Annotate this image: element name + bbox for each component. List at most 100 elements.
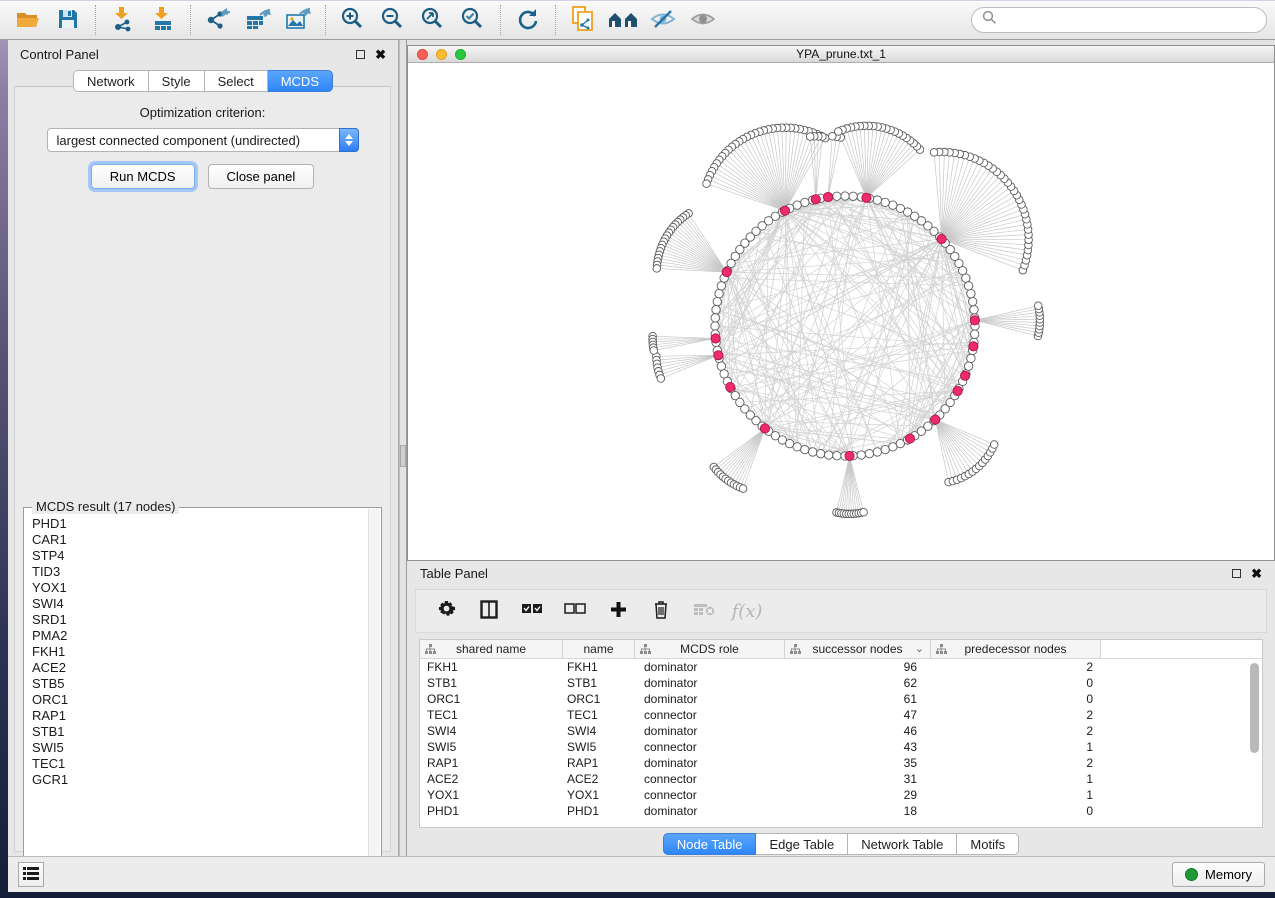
- mcds-result-item[interactable]: ACE2: [32, 660, 368, 676]
- column-header-name[interactable]: name: [563, 640, 635, 658]
- table-cell[interactable]: connector: [635, 787, 785, 803]
- table-cell[interactable]: YOX1: [420, 787, 563, 803]
- function-builder-button[interactable]: f(x): [735, 599, 759, 623]
- export-table-button[interactable]: [238, 3, 278, 37]
- table-cell[interactable]: PHD1: [420, 803, 563, 819]
- table-cell[interactable]: 46: [785, 723, 931, 739]
- table-cell[interactable]: 43: [785, 739, 931, 755]
- import-network-button[interactable]: [103, 3, 143, 37]
- table-cell[interactable]: 2: [931, 659, 1101, 675]
- table-row[interactable]: FKH1FKH1dominator962: [420, 659, 1262, 675]
- show-all-button[interactable]: [683, 3, 723, 37]
- column-header-predecessor-nodes[interactable]: predecessor nodes: [931, 640, 1101, 658]
- network-canvas[interactable]: [408, 63, 1274, 560]
- scrollbar-thumb[interactable]: [1250, 663, 1259, 753]
- add-column-button[interactable]: [606, 599, 630, 623]
- table-row[interactable]: TEC1TEC1connector472: [420, 707, 1262, 723]
- table-cell[interactable]: dominator: [635, 675, 785, 691]
- export-image-button[interactable]: [278, 3, 318, 37]
- column-header-shared-name[interactable]: shared name: [420, 640, 563, 658]
- table-cell[interactable]: FKH1: [420, 659, 563, 675]
- table-cell[interactable]: TEC1: [420, 707, 563, 723]
- table-cell[interactable]: YOX1: [563, 787, 635, 803]
- deselect-all-rows-button[interactable]: [563, 599, 587, 623]
- table-cell[interactable]: ACE2: [420, 771, 563, 787]
- window-close-icon[interactable]: [417, 49, 428, 60]
- tab-style[interactable]: Style: [149, 70, 205, 92]
- table-cell[interactable]: dominator: [635, 723, 785, 739]
- table-cell[interactable]: PHD1: [563, 803, 635, 819]
- table-cell[interactable]: dominator: [635, 659, 785, 675]
- table-cell[interactable]: 35: [785, 755, 931, 771]
- table-cell[interactable]: ORC1: [563, 691, 635, 707]
- mcds-result-item[interactable]: ORC1: [32, 692, 368, 708]
- float-table-panel-icon[interactable]: [1232, 569, 1241, 578]
- zoom-in-button[interactable]: [333, 3, 373, 37]
- float-panel-icon[interactable]: [356, 50, 365, 59]
- close-panel-button[interactable]: Close panel: [208, 164, 315, 189]
- table-cell[interactable]: dominator: [635, 755, 785, 771]
- table-cell[interactable]: connector: [635, 771, 785, 787]
- run-mcds-button[interactable]: Run MCDS: [91, 164, 195, 189]
- window-minimize-icon[interactable]: [436, 49, 447, 60]
- vertical-splitter[interactable]: [399, 40, 407, 856]
- table-cell[interactable]: 18: [785, 803, 931, 819]
- network-graph[interactable]: [408, 63, 1274, 560]
- table-cell[interactable]: SWI5: [420, 739, 563, 755]
- mcds-result-item[interactable]: PHD1: [32, 516, 368, 532]
- mcds-result-item[interactable]: TEC1: [32, 756, 368, 772]
- tab-mcds[interactable]: MCDS: [268, 70, 333, 92]
- table-cell[interactable]: connector: [635, 707, 785, 723]
- mcds-result-item[interactable]: STB5: [32, 676, 368, 692]
- zoom-fit-button[interactable]: [413, 3, 453, 37]
- memory-button[interactable]: Memory: [1172, 862, 1265, 887]
- tab-edge-table[interactable]: Edge Table: [756, 833, 848, 855]
- table-cell[interactable]: dominator: [635, 803, 785, 819]
- table-cell[interactable]: RAP1: [420, 755, 563, 771]
- search-input[interactable]: [1003, 13, 1256, 28]
- table-row[interactable]: STB1STB1dominator620: [420, 675, 1262, 691]
- show-columns-button[interactable]: [477, 599, 501, 623]
- table-cell[interactable]: 62: [785, 675, 931, 691]
- mcds-result-item[interactable]: SWI5: [32, 740, 368, 756]
- table-cell[interactable]: RAP1: [563, 755, 635, 771]
- tab-motifs[interactable]: Motifs: [957, 833, 1019, 855]
- table-cell[interactable]: 1: [931, 787, 1101, 803]
- splitter-grip[interactable]: [400, 445, 406, 467]
- mcds-result-item[interactable]: GCR1: [32, 772, 368, 788]
- table-cell[interactable]: 1: [931, 771, 1101, 787]
- delete-column-button[interactable]: [649, 599, 673, 623]
- table-row[interactable]: ORC1ORC1dominator610: [420, 691, 1262, 707]
- open-file-button[interactable]: [8, 3, 48, 37]
- table-row[interactable]: PHD1PHD1dominator180: [420, 803, 1262, 819]
- mcds-result-item[interactable]: CAR1: [32, 532, 368, 548]
- table-cell[interactable]: 2: [931, 707, 1101, 723]
- table-cell[interactable]: dominator: [635, 691, 785, 707]
- save-button[interactable]: [48, 3, 88, 37]
- zoom-out-button[interactable]: [373, 3, 413, 37]
- zoom-selected-button[interactable]: [453, 3, 493, 37]
- table-row[interactable]: ACE2ACE2connector311: [420, 771, 1262, 787]
- table-cell[interactable]: 2: [931, 755, 1101, 771]
- tab-node-table[interactable]: Node Table: [663, 833, 757, 855]
- table-cell[interactable]: 1: [931, 739, 1101, 755]
- table-row[interactable]: SWI4SWI4dominator462: [420, 723, 1262, 739]
- mcds-result-item[interactable]: SWI4: [32, 596, 368, 612]
- mcds-result-item[interactable]: PMA2: [32, 628, 368, 644]
- mcds-result-item[interactable]: YOX1: [32, 580, 368, 596]
- table-cell[interactable]: 31: [785, 771, 931, 787]
- close-table-panel-icon[interactable]: ✖: [1251, 567, 1262, 580]
- table-cell[interactable]: 29: [785, 787, 931, 803]
- table-cell[interactable]: ORC1: [420, 691, 563, 707]
- hide-selected-button[interactable]: [643, 3, 683, 37]
- mcds-result-item[interactable]: STB1: [32, 724, 368, 740]
- table-cell[interactable]: SWI4: [563, 723, 635, 739]
- export-network-button[interactable]: [198, 3, 238, 37]
- import-table-button[interactable]: [143, 3, 183, 37]
- table-cell[interactable]: 0: [931, 675, 1101, 691]
- table-cell[interactable]: 0: [931, 691, 1101, 707]
- result-scrollbar[interactable]: [368, 509, 380, 877]
- table-cell[interactable]: 2: [931, 723, 1101, 739]
- mcds-result-item[interactable]: FKH1: [32, 644, 368, 660]
- table-cell[interactable]: TEC1: [563, 707, 635, 723]
